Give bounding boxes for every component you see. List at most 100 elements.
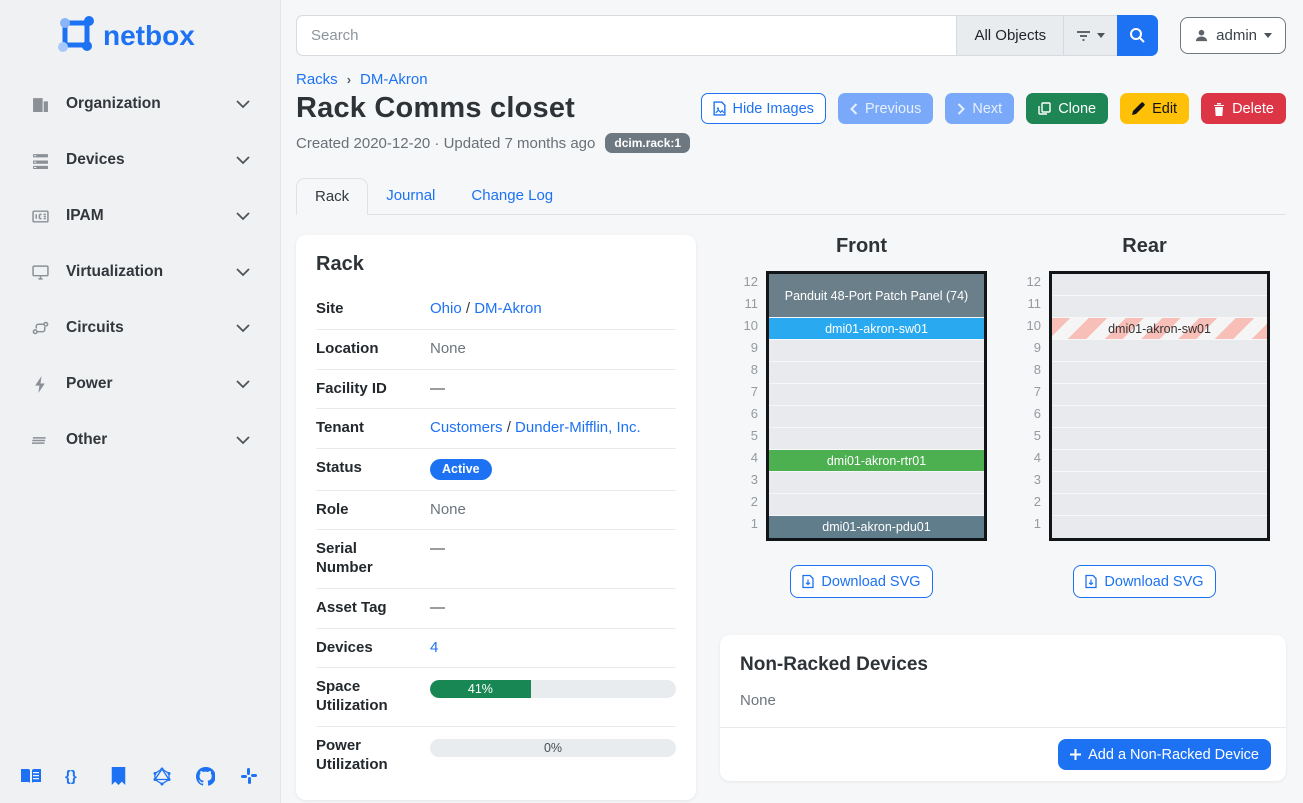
slack-icon[interactable] — [238, 765, 260, 787]
sidebar-item-other[interactable]: Other — [0, 412, 280, 468]
filter-icon — [1076, 30, 1091, 42]
download-svg-front-button[interactable]: Download SVG — [790, 565, 932, 598]
clone-button[interactable]: Clone — [1026, 93, 1108, 124]
unit-number: 12 — [1019, 271, 1041, 293]
rack-slot-empty[interactable] — [1052, 340, 1267, 362]
sidebar-item-ipam[interactable]: IPAM — [0, 188, 280, 244]
unit-number: 8 — [736, 359, 758, 381]
search-input[interactable] — [296, 15, 956, 56]
rack-attributes-table: Site Ohio / DM-Akron Location None Facil… — [316, 290, 676, 784]
caret-down-icon — [1097, 33, 1105, 38]
rack-slot-empty[interactable] — [1052, 472, 1267, 494]
status-badge[interactable]: Active — [430, 459, 492, 480]
rack-device[interactable]: dmi01-akron-sw01 — [769, 318, 984, 340]
chevron-down-icon — [236, 324, 250, 333]
unit-number: 1 — [1019, 513, 1041, 535]
sidebar-item-virtualization[interactable]: Virtualization — [0, 244, 280, 300]
download-svg-rear-button[interactable]: Download SVG — [1073, 565, 1215, 598]
sidebar-item-label: Other — [66, 431, 236, 449]
chevron-right-icon — [957, 103, 965, 115]
unit-number: 3 — [736, 469, 758, 491]
github-icon[interactable] — [194, 765, 216, 787]
page-title: Rack Comms closet — [296, 92, 701, 125]
rack-slot-empty[interactable] — [1052, 450, 1267, 472]
unit-number: 6 — [736, 403, 758, 425]
rack-slot-empty[interactable] — [769, 340, 984, 362]
role-value: None — [430, 501, 676, 518]
delete-button[interactable]: Delete — [1201, 93, 1286, 124]
search-icon — [1129, 27, 1146, 44]
edit-button[interactable]: Edit — [1120, 93, 1189, 124]
netbox-logo[interactable]: netbox — [0, 4, 280, 68]
tab-rack[interactable]: Rack — [296, 178, 368, 215]
table-row-role: Role None — [316, 490, 676, 530]
add-non-racked-device-button[interactable]: Add a Non-Racked Device — [1058, 739, 1271, 770]
tenant-group-link[interactable]: Customers — [430, 419, 503, 436]
search-filter-button[interactable] — [1063, 15, 1117, 56]
rack-slot-empty[interactable] — [1052, 362, 1267, 384]
trash-icon — [1213, 102, 1225, 116]
global-search: All Objects — [296, 15, 1158, 56]
sidebar-item-circuits[interactable]: Circuits — [0, 300, 280, 356]
rack-slot-empty[interactable] — [1052, 428, 1267, 450]
rack-device[interactable]: dmi01-akron-rtr01 — [769, 450, 984, 472]
sidebar: netbox Organization Devices IPAM — [0, 0, 281, 803]
sidebar-item-label: Virtualization — [66, 263, 236, 281]
unit-number: 4 — [1019, 447, 1041, 469]
docs-book-icon[interactable] — [20, 765, 42, 787]
rack-device[interactable]: dmi01-akron-pdu01 — [769, 516, 984, 538]
next-button[interactable]: Next — [945, 93, 1014, 124]
unit-number: 8 — [1019, 359, 1041, 381]
graphql-icon[interactable] — [151, 765, 173, 787]
breadcrumb-site-link[interactable]: DM-Akron — [360, 71, 428, 88]
building-icon — [30, 94, 50, 114]
device-count-link[interactable]: 4 — [430, 639, 438, 656]
rack-slot-empty[interactable] — [1052, 384, 1267, 406]
rack-slot-empty[interactable] — [769, 472, 984, 494]
search-scope-button[interactable]: All Objects — [956, 15, 1063, 56]
sidebar-item-label: Circuits — [66, 319, 236, 337]
search-submit-button[interactable] — [1117, 15, 1158, 56]
rack-info-panel: Rack Site Ohio / DM-Akron Location None — [296, 235, 696, 800]
api-docs-icon[interactable] — [107, 765, 129, 787]
progress-fill: 41% — [430, 680, 531, 698]
sidebar-item-devices[interactable]: Devices — [0, 132, 280, 188]
table-row-devices: Devices 4 — [316, 628, 676, 668]
tab-change-log[interactable]: Change Log — [453, 178, 571, 215]
rack-device[interactable]: Panduit 48-Port Patch Panel (74) — [769, 274, 984, 318]
unit-number: 9 — [1019, 337, 1041, 359]
rack-slot-empty[interactable] — [1052, 516, 1267, 538]
rack-slot-empty[interactable] — [1052, 494, 1267, 516]
hide-images-button[interactable]: Hide Images — [701, 93, 826, 124]
rack-slot-empty[interactable] — [1052, 296, 1267, 318]
asset-tag-value: — — [430, 599, 676, 616]
tab-journal[interactable]: Journal — [368, 178, 453, 215]
rack-slot-empty[interactable] — [1052, 274, 1267, 296]
sidebar-item-organization[interactable]: Organization — [0, 76, 280, 132]
rest-api-icon[interactable]: {} — [64, 765, 86, 787]
site-region-link[interactable]: Ohio — [430, 300, 462, 317]
sidebar-item-power[interactable]: Power — [0, 356, 280, 412]
table-row-facility-id: Facility ID — — [316, 369, 676, 409]
unit-numbers: 121110987654321 — [1019, 271, 1041, 541]
table-row-asset-tag: Asset Tag — — [316, 588, 676, 628]
previous-button[interactable]: Previous — [838, 93, 933, 124]
space-utilization-bar: 41% — [430, 680, 676, 698]
rack-frame: dmi01-akron-sw01 — [1049, 271, 1270, 541]
unit-number: 7 — [736, 381, 758, 403]
rack-elevations: Front 121110987654321 Panduit 48-Port Pa… — [720, 235, 1286, 598]
rack-device[interactable]: dmi01-akron-sw01 — [1052, 318, 1267, 340]
breadcrumb-racks-link[interactable]: Racks — [296, 71, 338, 88]
ipam-icon — [30, 206, 50, 226]
non-racked-empty-text: None — [720, 676, 1286, 727]
rack-slot-empty[interactable] — [1052, 406, 1267, 428]
rack-slot-empty[interactable] — [769, 384, 984, 406]
rack-slot-empty[interactable] — [769, 494, 984, 516]
rack-slot-empty[interactable] — [769, 406, 984, 428]
tenant-link[interactable]: Dunder-Mifflin, Inc. — [515, 419, 641, 436]
site-link[interactable]: DM-Akron — [474, 300, 542, 317]
pencil-icon — [1132, 102, 1145, 115]
rack-slot-empty[interactable] — [769, 428, 984, 450]
rack-slot-empty[interactable] — [769, 362, 984, 384]
user-menu-button[interactable]: admin — [1180, 17, 1286, 54]
